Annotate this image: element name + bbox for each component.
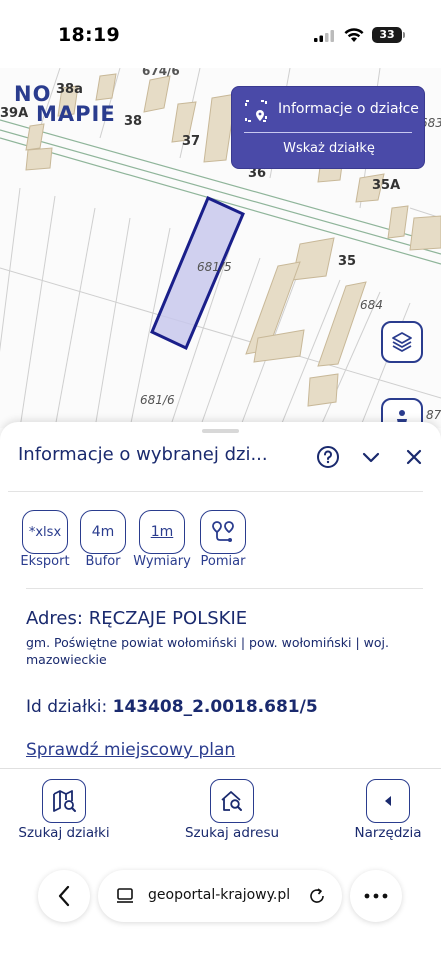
wifi-icon — [344, 28, 364, 42]
browser-back-button[interactable] — [38, 870, 90, 922]
sheet-title: Informacje o wybranej dzi... — [18, 444, 268, 465]
divider — [26, 588, 423, 589]
address-details: gm. Poświętne powiat wołomiński | pow. w… — [26, 635, 389, 667]
status-bar: 18:19 33 — [0, 0, 441, 68]
parcel-info-card: Informacje o działce Wskaż działkę — [231, 86, 425, 169]
local-plan-link[interactable]: Sprawdź miejscowy plan — [26, 740, 235, 760]
help-button[interactable] — [315, 444, 341, 470]
map-label: 35 — [338, 254, 357, 269]
search-parcel-label: Szukaj działki — [18, 825, 110, 841]
address-value: RĘCZAJE POLSKIE — [88, 608, 248, 629]
divider — [244, 132, 412, 133]
parcel-id-value: 143408_2.0018.681/5 — [112, 697, 318, 717]
select-parcel-icon — [245, 100, 267, 122]
buffer-icon: 4m — [91, 524, 115, 540]
browser-toolbar: geoportal-krajowy.pl — [0, 858, 441, 960]
dimensions-icon: 1m — [150, 524, 174, 540]
buffer-label: Bufor — [85, 554, 121, 569]
cellular-signal-icon — [314, 30, 334, 42]
address-label: Adres: — [26, 608, 83, 629]
battery-level: 33 — [372, 27, 402, 43]
parcel-info-title: Informacje o działce — [278, 101, 419, 117]
address-row: Adres: RĘCZAJE POLSKIE — [26, 608, 247, 629]
more-dots-icon — [364, 893, 388, 899]
map-label: 87 — [426, 408, 441, 422]
home-search-icon — [221, 791, 242, 811]
map-label: 38a — [56, 82, 83, 97]
point-parcel-button[interactable]: Wskaż działkę — [232, 141, 426, 156]
chevron-left-icon — [58, 885, 70, 907]
layers-icon — [392, 332, 412, 352]
parcel-info-sheet: Informacje o wybranej dzi... *xlsx Ekspo… — [0, 422, 441, 768]
tools-label: Narzędzia — [354, 825, 422, 841]
export-label: Eksport — [20, 554, 70, 569]
browser-more-button[interactable] — [350, 870, 402, 922]
measure-button[interactable] — [200, 510, 246, 554]
app-screen: 18:19 33 674/6 38a 39A 38 37 36 35A 35 6… — [0, 0, 441, 960]
map-label: 35A — [372, 178, 401, 193]
close-icon — [406, 449, 422, 465]
parcel-info-button[interactable]: Informacje o działce — [244, 97, 420, 131]
close-button[interactable] — [401, 444, 427, 470]
chevron-down-icon — [362, 452, 380, 463]
reload-icon[interactable] — [308, 887, 326, 905]
page-menu-icon — [117, 888, 133, 903]
map-label: 39A — [0, 106, 29, 121]
battery-cap — [403, 32, 405, 38]
tools-button[interactable] — [366, 779, 410, 823]
map-label: 38 — [124, 114, 143, 129]
dimensions-button[interactable]: 1m — [139, 510, 185, 554]
measure-label: Pomiar — [200, 554, 246, 569]
map-label: 681/6 — [140, 393, 175, 407]
search-address-button[interactable] — [210, 779, 254, 823]
map-label: 674/6 — [142, 68, 180, 78]
layers-button[interactable] — [381, 321, 423, 363]
buffer-button[interactable]: 4m — [80, 510, 126, 554]
parcel-id-row: Id działki: 143408_2.0018.681/5 — [26, 697, 318, 717]
map-label: 684 — [360, 298, 383, 312]
export-button[interactable]: *xlsx — [22, 510, 68, 554]
status-time: 18:19 — [58, 24, 120, 46]
map-label: 37 — [182, 134, 201, 149]
parcel-id-label: Id działki: — [26, 697, 108, 717]
help-icon — [317, 446, 339, 468]
sheet-drag-handle[interactable] — [202, 429, 239, 433]
export-icon: *xlsx — [28, 524, 62, 540]
url-text: geoportal-krajowy.pl — [148, 887, 291, 903]
logo-line2: MAPIE — [36, 102, 116, 126]
divider — [8, 491, 423, 492]
measure-pins-icon — [212, 521, 234, 542]
map-search-icon — [53, 790, 76, 812]
chevron-left-icon — [385, 796, 391, 806]
search-address-label: Szukaj adresu — [184, 825, 280, 841]
bottom-navigation: Szukaj działki Szukaj adresu Narzędzia — [0, 768, 441, 858]
search-parcel-button[interactable] — [42, 779, 86, 823]
dimensions-label: Wymiary — [133, 554, 191, 569]
selected-parcel-label: 681/5 — [197, 260, 232, 274]
collapse-button[interactable] — [358, 444, 384, 470]
address-bar[interactable]: geoportal-krajowy.pl — [98, 870, 342, 922]
